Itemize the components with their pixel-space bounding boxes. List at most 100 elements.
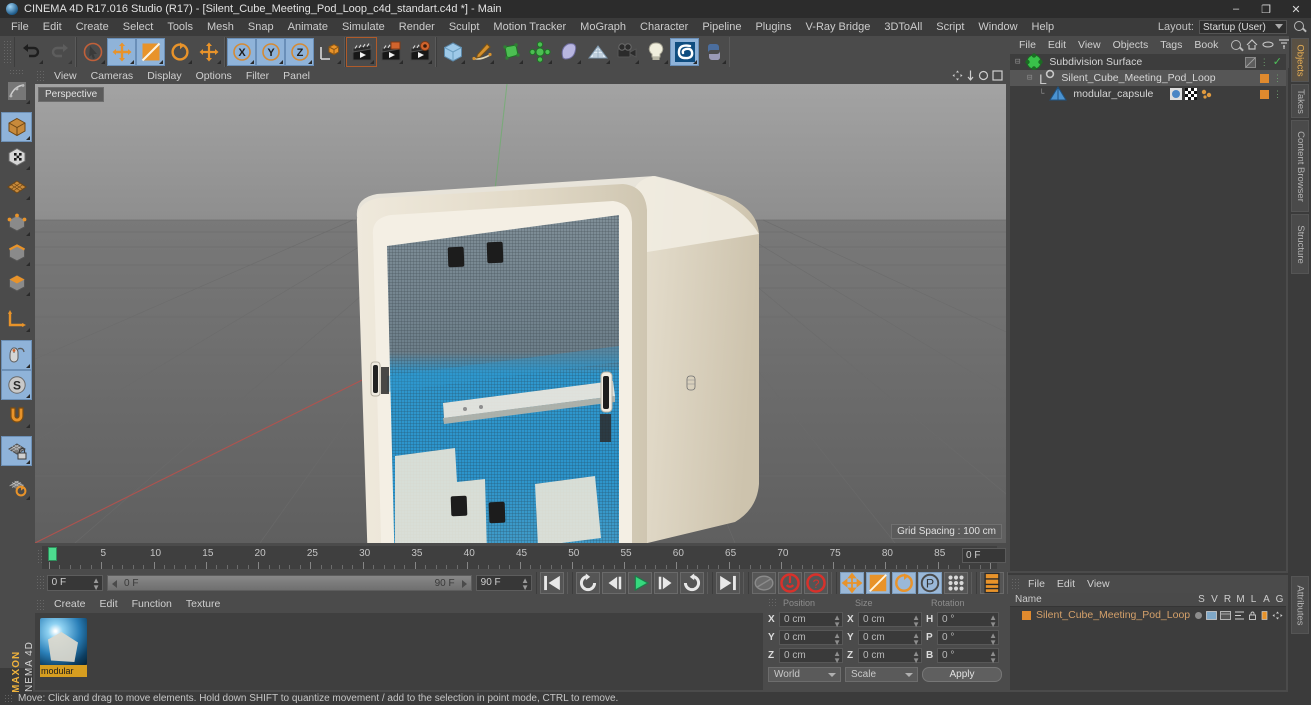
snap-magnet-button[interactable]	[1, 400, 32, 430]
menu-item-simulate[interactable]: Simulate	[335, 18, 392, 36]
dropdown-corner-icon[interactable]	[26, 100, 30, 104]
object-row[interactable]: └ modular_capsule ⋮	[1010, 86, 1286, 102]
toolbar-grip[interactable]	[3, 40, 12, 64]
add-spline-button[interactable]	[467, 38, 496, 66]
go-to-start-button[interactable]	[540, 572, 565, 594]
menu-item-character[interactable]: Character	[633, 18, 695, 36]
dropdown-corner-icon[interactable]	[26, 262, 30, 266]
dropdown-corner-icon[interactable]	[428, 60, 432, 64]
stepper-icon[interactable]: ▲ ▼	[912, 614, 920, 629]
rotation-b-field[interactable]: 0 ° ▲ ▼	[937, 648, 999, 665]
dropdown-corner-icon[interactable]	[279, 60, 283, 64]
stepper-icon[interactable]: ▲ ▼	[833, 614, 841, 629]
dropdown-corner-icon[interactable]	[68, 60, 72, 64]
layer-color-dot[interactable]	[1260, 73, 1269, 83]
menu-item-pipeline[interactable]: Pipeline	[695, 18, 748, 36]
dropdown-corner-icon[interactable]	[26, 328, 30, 332]
undo-button[interactable]	[16, 38, 45, 66]
preview-range-slider[interactable]: 0 F 90 F	[107, 575, 472, 591]
dropdown-corner-icon[interactable]	[461, 60, 465, 64]
menu-item-edit[interactable]: Edit	[93, 598, 125, 610]
scale-key-button[interactable]	[866, 572, 891, 594]
minimize-button[interactable]: –	[1221, 0, 1251, 18]
menu-item-file[interactable]: File	[1013, 39, 1042, 51]
size-y-field[interactable]: 0 cm ▲ ▼	[858, 630, 922, 647]
lock-x-axis-button[interactable]: X	[227, 38, 256, 66]
menu-item-function[interactable]: Function	[125, 598, 179, 610]
add-nurbs-button[interactable]	[496, 38, 525, 66]
move-tool[interactable]	[107, 38, 136, 66]
workplane-rotate-button[interactable]	[1, 472, 32, 502]
step-back-button[interactable]	[602, 572, 627, 594]
range-right-arrow-icon[interactable]	[461, 580, 467, 588]
dropdown-corner-icon[interactable]	[26, 292, 30, 296]
dropdown-corner-icon[interactable]	[26, 460, 30, 464]
live-selection-tool[interactable]	[78, 38, 107, 66]
lock-toggle-icon[interactable]	[1248, 611, 1257, 620]
menu-item-3dtoall[interactable]: 3DToAll	[877, 18, 929, 36]
manager-toggle-icon[interactable]	[1234, 611, 1245, 620]
rotation-p-field[interactable]: 0 ° ▲ ▼	[937, 630, 999, 647]
position-x-field[interactable]: 0 cm ▲ ▼	[779, 612, 843, 629]
visibility-dots-icon[interactable]: ⋮	[1273, 73, 1282, 83]
play-button[interactable]	[628, 572, 653, 594]
layout-dropdown[interactable]: Startup (User)	[1199, 20, 1287, 34]
menu-item-tools[interactable]: Tools	[160, 18, 200, 36]
stepper-icon[interactable]: ▲ ▼	[912, 650, 920, 665]
dropdown-corner-icon[interactable]	[101, 60, 105, 64]
viewport-solo-button[interactable]	[1, 340, 32, 370]
timeline-ruler[interactable]: 051015202530354045505560657075808590	[42, 546, 998, 569]
search-icon[interactable]	[1230, 39, 1242, 51]
menu-item-edit[interactable]: Edit	[1051, 578, 1081, 590]
generator-toggle-icon[interactable]	[1272, 611, 1283, 620]
move-alt-tool[interactable]	[194, 38, 223, 66]
dropdown-corner-icon[interactable]	[159, 60, 163, 64]
world-object-coordinate-button[interactable]	[314, 38, 343, 66]
go-to-parent-icon[interactable]	[1262, 39, 1274, 50]
render-settings-button[interactable]	[405, 38, 434, 66]
dropdown-corner-icon[interactable]	[26, 166, 30, 170]
layer-manager-grip[interactable]	[1011, 577, 1020, 590]
zoom-viewport-icon[interactable]	[966, 70, 975, 81]
add-array-button[interactable]	[525, 38, 554, 66]
dropdown-corner-icon[interactable]	[250, 60, 254, 64]
menu-item-help[interactable]: Help	[1025, 18, 1062, 36]
dropdown-corner-icon[interactable]	[26, 136, 30, 140]
rotate-viewport-icon[interactable]	[978, 70, 989, 81]
position-z-field[interactable]: 0 cm ▲ ▼	[779, 648, 843, 665]
dropdown-corner-icon[interactable]	[26, 496, 30, 500]
size-z-field[interactable]: 0 cm ▲ ▼	[858, 648, 922, 665]
stepper-icon[interactable]: ▲ ▼	[989, 632, 997, 647]
dropdown-corner-icon[interactable]	[693, 60, 697, 64]
rotate-tool[interactable]	[165, 38, 194, 66]
workplane-mode-button[interactable]	[1, 172, 32, 202]
make-editable-button[interactable]	[1, 76, 32, 106]
transport-grip[interactable]	[36, 575, 45, 591]
stepper-icon[interactable]: ▲ ▼	[912, 632, 920, 647]
end-frame-field[interactable]: 90 F ▲ ▼	[475, 575, 533, 592]
viewport-grip[interactable]	[36, 70, 45, 81]
move-viewport-icon[interactable]	[952, 70, 963, 81]
material-tag-icon[interactable]	[1170, 88, 1182, 100]
rotation-key-button[interactable]	[892, 572, 917, 594]
dropdown-corner-icon[interactable]	[664, 60, 668, 64]
menu-item-texture[interactable]: Texture	[179, 598, 227, 610]
coordinate-space-dropdown[interactable]: World	[768, 667, 841, 682]
dropdown-corner-icon[interactable]	[39, 60, 43, 64]
dropdown-corner-icon[interactable]	[490, 60, 494, 64]
keyframe-selection-button[interactable]: ?	[804, 572, 829, 594]
menu-item-plugins[interactable]: Plugins	[748, 18, 798, 36]
menu-item-view[interactable]: View	[1081, 578, 1116, 590]
menu-item-options[interactable]: Options	[189, 70, 239, 82]
layer-color-dot[interactable]	[1260, 89, 1269, 99]
add-light-button[interactable]	[641, 38, 670, 66]
animation-toggle-icon[interactable]	[1260, 610, 1269, 620]
dropdown-corner-icon[interactable]	[26, 364, 30, 368]
model-mode-button[interactable]	[1, 112, 32, 142]
render-view-button[interactable]	[346, 37, 377, 67]
menu-item-cameras[interactable]: Cameras	[84, 70, 141, 82]
visibility-dots-icon[interactable]: ⋮	[1260, 57, 1269, 67]
texture-mode-button[interactable]	[1, 142, 32, 172]
autokeying-button[interactable]	[778, 572, 803, 594]
stepper-icon[interactable]: ▲ ▼	[92, 577, 100, 592]
